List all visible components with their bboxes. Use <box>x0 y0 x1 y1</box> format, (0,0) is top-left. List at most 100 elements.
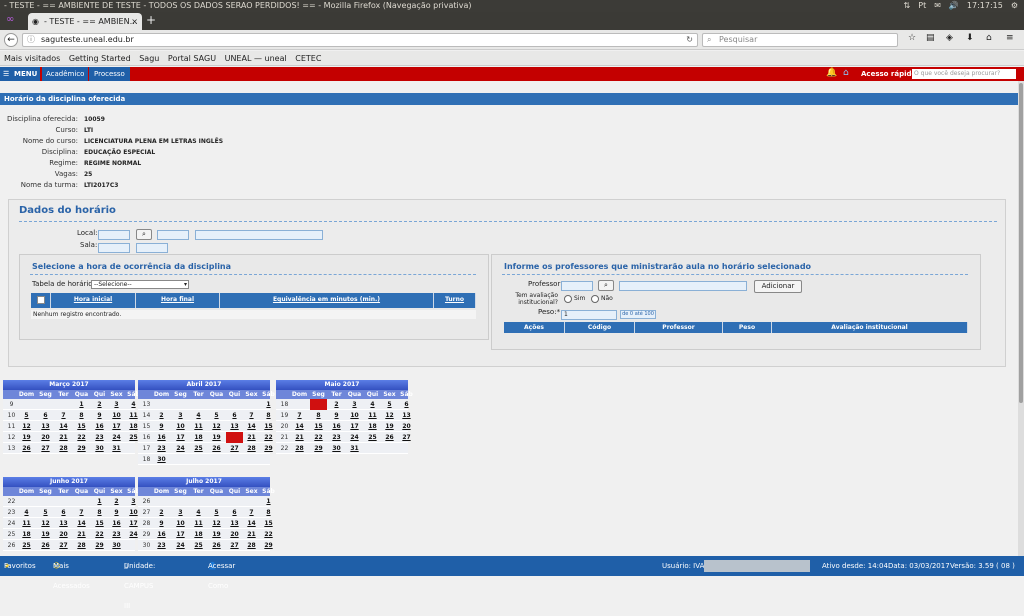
local-search-button[interactable]: ⌕ <box>136 229 152 240</box>
adicionar-button[interactable]: Adicionar <box>754 280 802 293</box>
calendar-day[interactable]: 27 <box>37 443 54 454</box>
calendar-day[interactable]: 4 <box>190 507 207 518</box>
network-icon[interactable]: ⇅ <box>904 0 911 12</box>
reload-icon[interactable]: ↻ <box>686 34 693 46</box>
calendar-day[interactable]: 26 <box>381 432 398 443</box>
local-code-input[interactable] <box>98 230 130 240</box>
calendar-day[interactable]: 3 <box>172 410 189 421</box>
calendar-day[interactable]: 5 <box>18 410 35 421</box>
calendar-day[interactable]: 14 <box>73 518 90 529</box>
calendar-day[interactable]: 2 <box>91 399 108 410</box>
calendar-day[interactable]: 22 <box>73 432 90 443</box>
calendar-day[interactable]: 7 <box>243 410 260 421</box>
calendar-day[interactable]: 9 <box>153 518 170 529</box>
calendar-day[interactable]: 13 <box>226 518 243 529</box>
calendar-day[interactable]: 1 <box>73 399 90 410</box>
calendar-day[interactable]: 17 <box>346 421 363 432</box>
notification-icon[interactable]: 🔔 <box>826 68 837 78</box>
calendar-day[interactable]: 9 <box>91 410 108 421</box>
col-hora-final[interactable]: Hora final <box>136 293 220 308</box>
calendar-day[interactable]: 15 <box>73 421 90 432</box>
calendar-day[interactable]: 24 <box>172 443 189 454</box>
calendar-day[interactable]: 18 <box>190 432 207 443</box>
calendar-day[interactable]: 13 <box>37 421 54 432</box>
bookmark-getting-started[interactable]: Getting Started <box>69 54 131 63</box>
calendar-day[interactable]: 30 <box>153 454 170 465</box>
calendar-day[interactable]: 15 <box>260 421 277 432</box>
calendar-day[interactable]: 15 <box>310 421 327 432</box>
calendar-day[interactable]: 10 <box>172 421 189 432</box>
calendar-day[interactable]: 24 <box>346 432 363 443</box>
calendar-day[interactable]: 27 <box>55 540 72 551</box>
calendar-day[interactable]: 8 <box>73 410 90 421</box>
calendar-day[interactable]: 1 <box>310 399 327 410</box>
calendar-day[interactable]: 22 <box>260 529 277 540</box>
calendar-day[interactable]: 21 <box>55 432 72 443</box>
calendar-day[interactable]: 19 <box>208 432 225 443</box>
calendar-day[interactable]: 17 <box>172 529 189 540</box>
calendar-day[interactable]: 21 <box>243 432 260 443</box>
calendar-day[interactable]: 7 <box>73 507 90 518</box>
calendar-day[interactable]: 6 <box>226 410 243 421</box>
bookmark-sagu[interactable]: Sagu <box>139 54 159 63</box>
nao-radio[interactable] <box>591 295 599 303</box>
calendar-day[interactable]: 7 <box>243 507 260 518</box>
calendar-day[interactable]: 14 <box>55 421 72 432</box>
calendar-day[interactable]: 7 <box>55 410 72 421</box>
calendar-day[interactable]: 20 <box>226 529 243 540</box>
calendar-day[interactable]: 6 <box>226 507 243 518</box>
calendar-day[interactable]: 25 <box>18 540 35 551</box>
quick-access-input[interactable]: O que você deseja procurar? <box>912 69 1016 79</box>
calendar-day[interactable]: 2 <box>153 410 170 421</box>
calendar-day[interactable]: 30 <box>108 540 125 551</box>
calendar-day[interactable]: 28 <box>291 443 308 454</box>
calendar-day[interactable]: 30 <box>328 443 345 454</box>
calendar-day[interactable]: 30 <box>91 443 108 454</box>
close-tab-icon[interactable]: × <box>131 13 138 30</box>
calendar-day[interactable]: 13 <box>226 421 243 432</box>
volume-icon[interactable]: 🔊 <box>949 0 959 12</box>
calendar-day[interactable]: 23 <box>108 529 125 540</box>
calendar-day[interactable]: 25 <box>190 540 207 551</box>
calendar-day[interactable]: 4 <box>18 507 35 518</box>
download-icon[interactable]: ⬇ <box>966 33 974 43</box>
breadcrumb-processo[interactable]: Processo <box>89 67 130 81</box>
calendar-day[interactable]: 20 <box>398 421 415 432</box>
calendar-day[interactable]: 11 <box>190 421 207 432</box>
calendar-day[interactable]: 18 <box>18 529 35 540</box>
calendar-day[interactable]: 18 <box>190 529 207 540</box>
calendar-day[interactable]: 23 <box>328 432 345 443</box>
calendar-day[interactable]: 29 <box>73 443 90 454</box>
sim-radio[interactable] <box>564 295 572 303</box>
calendar-day[interactable]: 1 <box>260 399 277 410</box>
calendar-day[interactable]: 28 <box>73 540 90 551</box>
calendar-day[interactable]: 27 <box>226 443 243 454</box>
calendar-day[interactable]: 6 <box>37 410 54 421</box>
calendar-day[interactable]: 9 <box>153 421 170 432</box>
calendar-day[interactable]: 22 <box>91 529 108 540</box>
calendar-day[interactable]: 11 <box>190 518 207 529</box>
calendar-day[interactable]: 14 <box>291 421 308 432</box>
col-turno[interactable]: Turno <box>434 293 476 308</box>
calendar-day[interactable]: 16 <box>153 432 170 443</box>
calendar-day[interactable]: 26 <box>208 443 225 454</box>
calendar-day[interactable]: 5 <box>208 507 225 518</box>
calendar-day[interactable]: 2 <box>153 507 170 518</box>
calendar-day[interactable]: 12 <box>208 421 225 432</box>
calendar-day[interactable]: 7 <box>291 410 308 421</box>
col-equivalencia[interactable]: Equivalência em minutos (min.) <box>220 293 434 308</box>
calendar-day[interactable]: 2 <box>328 399 345 410</box>
hamburger-menu-icon[interactable]: ≡ <box>1006 33 1014 43</box>
calendar-day[interactable]: 18 <box>364 421 381 432</box>
mail-icon[interactable]: ✉ <box>934 0 941 12</box>
search-input[interactable]: ⌕ Pesquisar <box>702 33 898 47</box>
calendar-day[interactable]: 29 <box>260 443 277 454</box>
sala-input[interactable] <box>98 243 130 253</box>
sala-description-input[interactable] <box>136 243 168 253</box>
calendar-day[interactable]: 6 <box>398 399 415 410</box>
new-tab-button[interactable]: + <box>146 13 156 27</box>
calendar-day[interactable]: 26 <box>18 443 35 454</box>
calendar-day[interactable]: 9 <box>108 507 125 518</box>
calendar-day[interactable]: 16 <box>328 421 345 432</box>
calendar-day[interactable]: 29 <box>260 540 277 551</box>
